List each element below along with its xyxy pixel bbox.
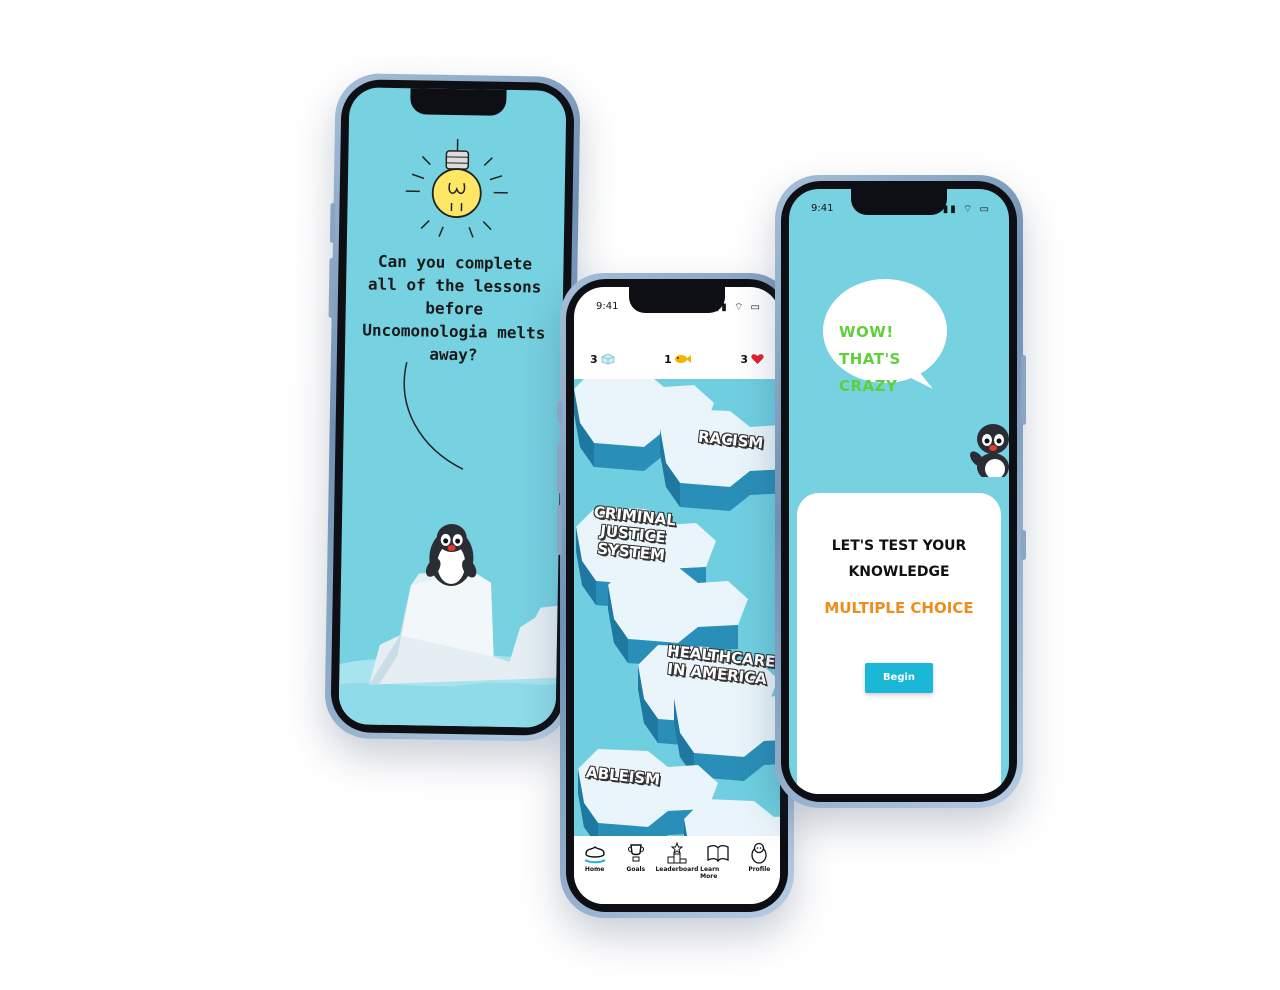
nav-leaderboard[interactable]: Leaderboard: [655, 842, 698, 873]
status-time: 9:41: [811, 203, 834, 214]
status-bar: 9:41 ▮▮ ⌔ ▭: [596, 301, 762, 314]
bubble-line-1: WOW! THAT'S: [839, 323, 901, 368]
volume-button: [557, 505, 562, 555]
volume-button: [328, 257, 335, 318]
nav-goals[interactable]: Goals: [618, 842, 654, 873]
status-time: 9:41: [596, 301, 619, 312]
penguin-mascot: [970, 424, 1009, 477]
book-icon: [707, 844, 729, 863]
lightbulb-icon: [400, 136, 512, 248]
ice-counter: 3: [590, 353, 615, 366]
trophy-icon: [627, 844, 644, 862]
volume-button: [329, 202, 336, 243]
fish-count: 1: [664, 352, 672, 366]
nav-label: Leaderboard: [655, 866, 699, 873]
quiz-type-label: MULTIPLE CHOICE: [824, 599, 974, 617]
lesson-criminal-justice-system[interactable]: CRIMINAL JUSTICE SYSTEM: [575, 501, 690, 566]
home-iceberg-icon: [584, 846, 606, 864]
quiz-intro-screen: 9:41 ▮▮ ⌔ ▭ WOW! THAT'S CRAZY LET'S TEST…: [789, 189, 1009, 794]
home-map-screen: 9:41 ▮▮ ⌔ ▭ 3 1 3 RACISM CRIMINAL JUSTIC…: [574, 287, 780, 904]
nav-label: Profile: [748, 866, 771, 873]
mute-switch: [557, 401, 562, 423]
bubble-line-2: CRAZY: [839, 377, 898, 395]
intro-screen: Can you complete all of the lessons befo…: [338, 87, 567, 728]
phone-middle: 9:41 ▮▮ ⌔ ▭ 3 1 3 RACISM CRIMINAL JUSTIC…: [557, 273, 794, 918]
resource-bar: 3 1 3: [574, 339, 780, 379]
lesson-map: RACISM CRIMINAL JUSTICE SYSTEM HEALTHCAR…: [574, 379, 780, 842]
heart-icon: [751, 354, 764, 364]
podium-icon: [667, 842, 687, 864]
phone-left: Can you complete all of the lessons befo…: [324, 72, 581, 743]
ice-count: 3: [590, 352, 598, 366]
bottom-nav: Home Goals Leaderboard Learn More Profil…: [574, 836, 780, 904]
intro-question: Can you complete all of the lessons befo…: [362, 251, 546, 365]
quiz-card-title: LET'S TEST YOUR KNOWLEDGE: [831, 538, 967, 580]
notch: [409, 88, 507, 116]
nav-label: Goals: [626, 866, 646, 873]
power-button: [1021, 355, 1026, 425]
iceberg-illustration: [338, 524, 558, 728]
status-icons: ▮▮ ⌔ ▭: [942, 204, 991, 215]
status-icons: ▮▮ ⌔ ▭: [713, 302, 762, 313]
ice-cube-icon: [601, 353, 615, 365]
fish-counter: 1: [664, 353, 691, 366]
nav-profile[interactable]: Profile: [741, 842, 777, 873]
quiz-card: LET'S TEST YOUR KNOWLEDGE MULTIPLE CHOIC…: [797, 493, 1001, 794]
hearts-count: 3: [740, 352, 748, 366]
phone-right: 9:41 ▮▮ ⌔ ▭ WOW! THAT'S CRAZY LET'S TEST…: [775, 175, 1026, 808]
begin-button[interactable]: Begin: [865, 663, 933, 693]
penguin-icon: [751, 842, 767, 864]
rope-line: [403, 362, 464, 470]
nav-learn-more[interactable]: Learn More: [700, 842, 736, 880]
hearts-counter: 3: [740, 353, 764, 366]
side-button: [1021, 530, 1026, 560]
nav-label: Home: [584, 866, 605, 873]
volume-button: [557, 443, 562, 493]
speech-bubble-text: WOW! THAT'S CRAZY: [839, 319, 939, 400]
fish-icon: [674, 355, 691, 363]
nav-label: Learn More: [700, 866, 720, 880]
nav-home[interactable]: Home: [577, 842, 613, 873]
status-bar: 9:41 ▮▮ ⌔ ▭: [811, 203, 991, 216]
